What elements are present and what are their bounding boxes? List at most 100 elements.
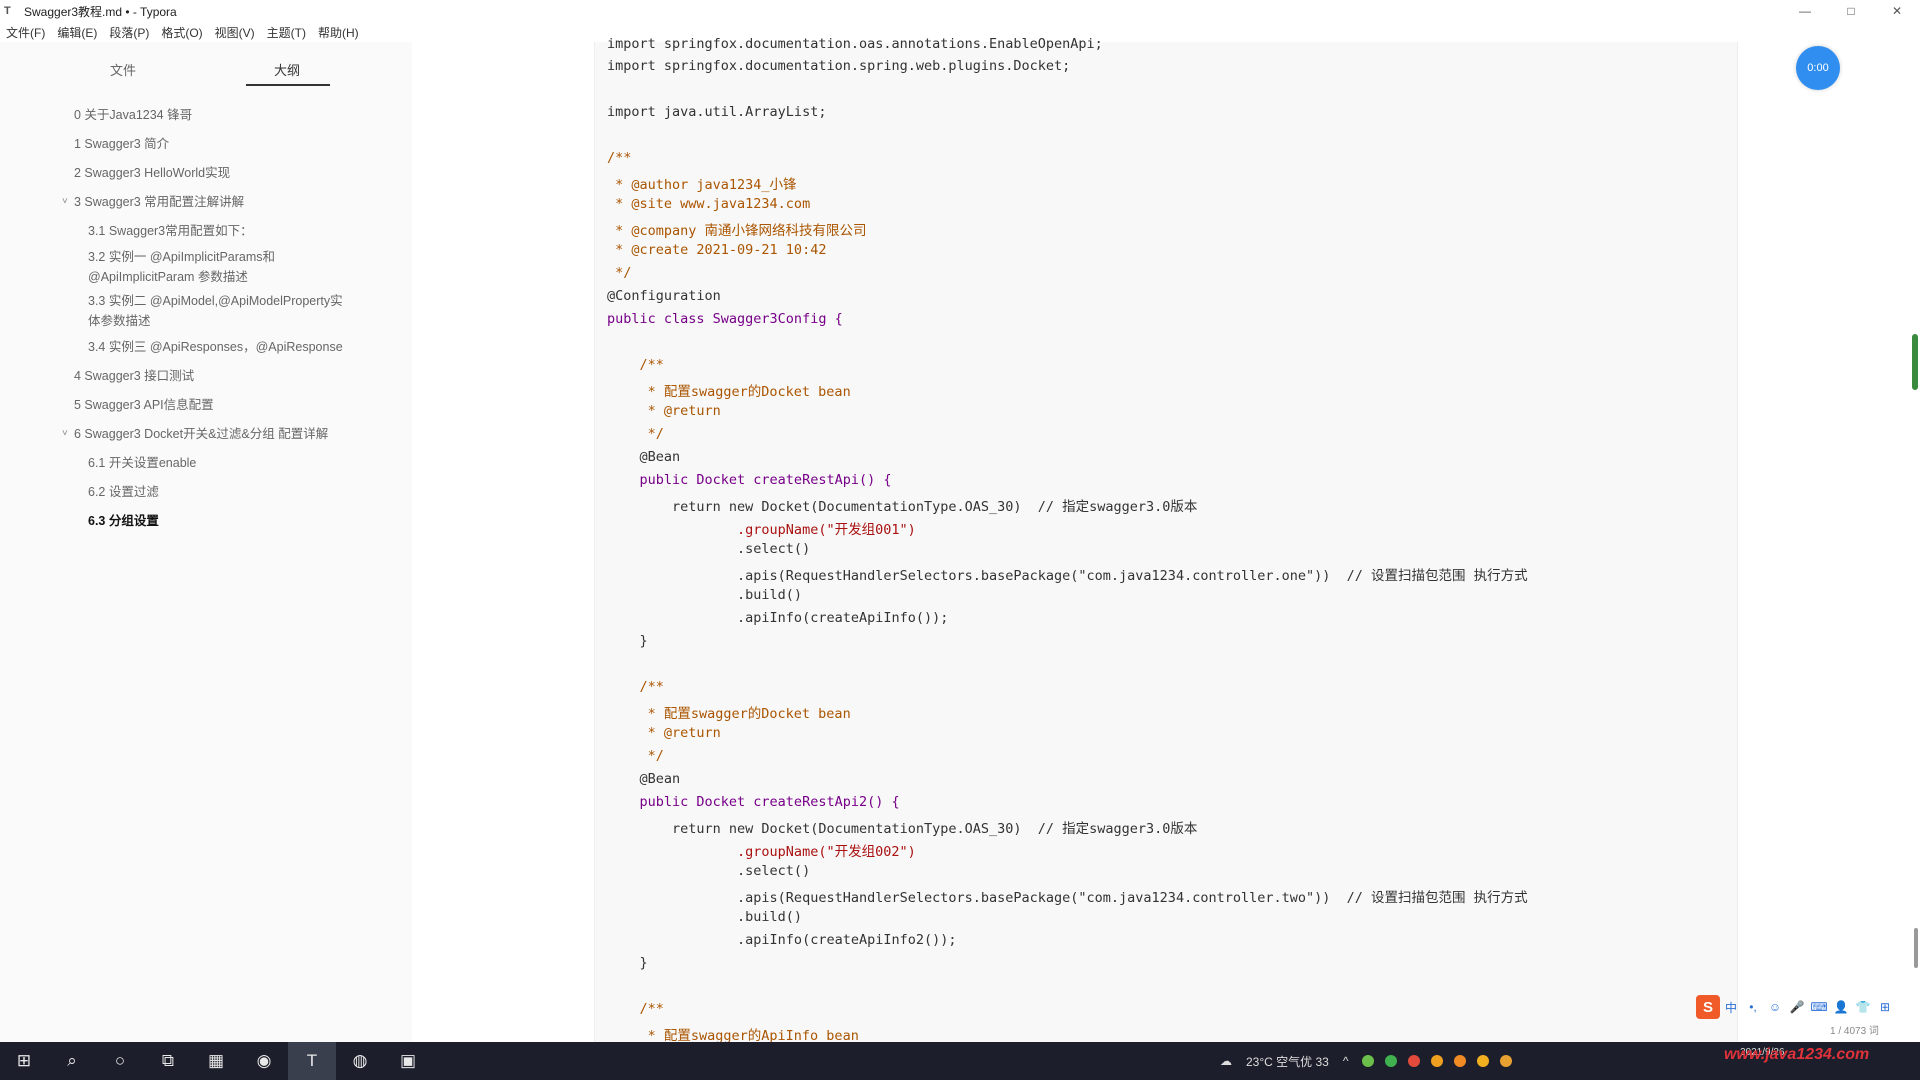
tab-outline[interactable]: 大纲 [274, 60, 300, 79]
outline-item[interactable]: 3.2 实例一 @ApiImplicitParams和 [88, 248, 275, 266]
code-line: } [607, 955, 648, 971]
tray-app-icon[interactable] [1500, 1055, 1513, 1067]
menu-theme[interactable]: 主题(T) [267, 24, 306, 41]
search-icon[interactable]: ⌕ [48, 1042, 96, 1080]
menu-view[interactable]: 视图(V) [215, 24, 255, 41]
outline-item[interactable]: 3.4 实例三 @ApiResponses，@ApiResponse [88, 338, 343, 356]
menu-paragraph[interactable]: 段落(P) [109, 24, 149, 41]
maximize-button[interactable]: □ [1828, 0, 1874, 22]
code-line: .apiInfo(createApiInfo2()); [607, 932, 957, 948]
outline-item[interactable]: 6 Swagger3 Docket开关&过滤&分组 配置详解 [74, 425, 328, 443]
code-line: .groupName("开发组002") [607, 844, 916, 860]
menu-help[interactable]: 帮助(H) [318, 24, 359, 41]
editor-area[interactable]: import springfox.documentation.oas.annot… [412, 36, 1920, 1044]
outline-item[interactable]: @ApiImplicitParam 参数描述 [88, 268, 248, 286]
tray-app-icon[interactable] [1408, 1055, 1421, 1067]
outline-item-active[interactable]: 6.3 分组设置 [88, 512, 159, 530]
minimize-button[interactable]: — [1782, 0, 1828, 22]
code-line: @Configuration [607, 288, 721, 304]
code-line: * @return [607, 403, 721, 419]
cortana-icon[interactable]: ○ [96, 1042, 144, 1080]
typora-taskbar-icon[interactable]: T [288, 1042, 336, 1080]
chevron-down-icon[interactable]: ˅ [62, 428, 68, 439]
code-line: * @return [607, 725, 721, 741]
typora-icon: T [4, 5, 11, 17]
emoji-icon[interactable]: ☺ [1764, 1000, 1786, 1014]
code-line: * @site www.java1234.com [607, 196, 811, 212]
outline-item[interactable]: 3.3 实例二 @ApiModel,@ApiModelProperty实 [88, 292, 343, 310]
code-line: */ [607, 748, 664, 764]
outline-item[interactable]: 3 Swagger3 常用配置注解讲解 [74, 193, 244, 211]
code-line: return new Docket(DocumentationType.OAS_… [607, 499, 1198, 515]
store-icon[interactable]: ▦ [192, 1042, 240, 1080]
start-icon[interactable]: ⊞ [0, 1042, 48, 1080]
code-line: */ [607, 426, 664, 442]
code-line: * @author java1234_小锋 [607, 177, 797, 193]
outline-item[interactable]: 3.1 Swagger3常用配置如下： [88, 222, 253, 240]
tray-app-icon[interactable] [1454, 1055, 1467, 1067]
chevron-down-icon[interactable]: ˅ [62, 196, 68, 207]
weather-icon[interactable]: ☁ [1220, 1054, 1232, 1068]
wechat-icon[interactable] [1385, 1055, 1398, 1067]
code-line: .build() [607, 909, 803, 925]
toolbox-icon[interactable]: ⊞ [1874, 1000, 1896, 1014]
code-line: return new Docket(DocumentationType.OAS_… [607, 821, 1198, 837]
menu-file[interactable]: 文件(F) [6, 24, 45, 41]
menu-edit[interactable]: 编辑(E) [57, 24, 97, 41]
tab-files[interactable]: 文件 [110, 60, 136, 79]
code-line: public Docket createRestApi2() { [607, 794, 900, 810]
code-line: import springfox.documentation.oas.annot… [607, 36, 1103, 52]
code-line: * 配置swagger的ApiInfo bean [607, 1028, 859, 1044]
recording-timer-badge[interactable]: 0:00 [1796, 46, 1840, 90]
title-bar: T Swagger3教程.md • - Typora — □ ✕ [0, 0, 1920, 22]
punctuation-icon[interactable]: •, [1742, 1000, 1764, 1014]
outline-item[interactable]: 6.2 设置过滤 [88, 483, 159, 501]
code-line: .apis(RequestHandlerSelectors.basePackag… [607, 568, 1528, 584]
sidebar-tabs: 文件 大纲 [0, 42, 412, 88]
tray-app-icon[interactable] [1431, 1055, 1444, 1067]
window-controls: — □ ✕ [1782, 0, 1920, 22]
intellij-icon[interactable]: ▣ [384, 1042, 432, 1080]
code-block[interactable]: import springfox.documentation.oas.annot… [594, 36, 1738, 1044]
microphone-icon[interactable]: 🎤 [1786, 1000, 1808, 1014]
keyboard-icon[interactable]: ⌨ [1808, 1000, 1830, 1014]
code-line: .apiInfo(createApiInfo()); [607, 610, 949, 626]
code-line: public class Swagger3Config { [607, 311, 843, 327]
sogou-ime-icon[interactable]: S [1696, 995, 1720, 1019]
outline-item[interactable]: 5 Swagger3 API信息配置 [74, 396, 214, 414]
outline-item[interactable]: 体参数描述 [88, 312, 151, 330]
outline-item[interactable]: 4 Swagger3 接口测试 [74, 367, 194, 385]
code-line: .groupName("开发组001") [607, 522, 916, 538]
menu-format[interactable]: 格式(O) [161, 24, 202, 41]
outline-item[interactable]: 6.1 开关设置enable [88, 454, 196, 472]
tray-app-icon[interactable] [1362, 1055, 1375, 1067]
code-line: .select() [607, 541, 811, 557]
outline-item[interactable]: 1 Swagger3 简介 [74, 135, 169, 153]
close-button[interactable]: ✕ [1874, 0, 1920, 22]
scrollbar-thumb[interactable] [1912, 334, 1918, 390]
active-tab-indicator [246, 84, 330, 86]
ime-toolbar: S 中 •, ☺ 🎤 ⌨ 👤 👕 ⊞ [1696, 994, 1920, 1020]
taskbar: ⊞ ⌕ ○ ⧉ ▦ ◉ T ◍ ▣ [0, 1042, 1920, 1080]
code-line: @Bean [607, 449, 681, 465]
scrollbar-thumb-secondary[interactable] [1914, 928, 1918, 968]
sidebar: 文件 大纲 0 关于Java1234 锋哥 1 Swagger3 简介 2 Sw… [0, 42, 413, 1042]
chrome-icon[interactable]: ◍ [336, 1042, 384, 1080]
chevron-up-icon[interactable]: ^ [1343, 1054, 1349, 1068]
task-view-icon[interactable]: ⧉ [144, 1042, 192, 1080]
outline-item[interactable]: 0 关于Java1234 锋哥 [74, 106, 192, 124]
code-line: .build() [607, 587, 803, 603]
code-line: public Docket createRestApi() { [607, 472, 892, 488]
chinese-mode-icon[interactable]: 中 [1720, 999, 1742, 1016]
code-line: /** [607, 357, 664, 373]
browser-icon[interactable]: ◉ [240, 1042, 288, 1080]
window-title: Swagger3教程.md • - Typora [24, 4, 177, 19]
user-icon[interactable]: 👤 [1830, 1000, 1852, 1014]
tray-app-icon[interactable] [1477, 1055, 1490, 1067]
skin-icon[interactable]: 👕 [1852, 1000, 1874, 1014]
weather-text[interactable]: 23°C 空气优 33 [1246, 1053, 1329, 1070]
watermark: www.java1234.com [1724, 1046, 1870, 1063]
code-line: import springfox.documentation.spring.we… [607, 58, 1071, 74]
code-line: /** [607, 679, 664, 695]
outline-item[interactable]: 2 Swagger3 HelloWorld实现 [74, 164, 230, 182]
